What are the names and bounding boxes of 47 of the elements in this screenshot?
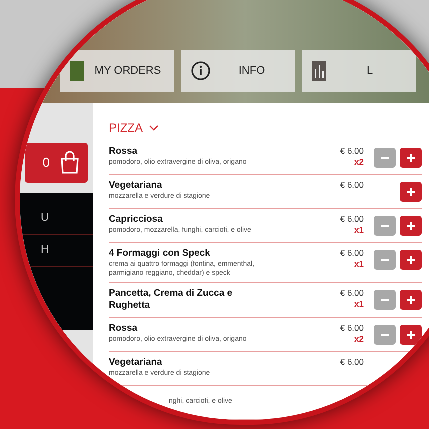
item-price: € 6.00: [340, 357, 364, 368]
plus-icon: [407, 222, 415, 230]
equalizer-icon: [312, 61, 326, 81]
minus-icon: [381, 225, 389, 227]
sidebar-item[interactable]: U: [20, 203, 93, 235]
item-price: € 6.00: [340, 248, 364, 259]
increase-button[interactable]: [400, 182, 422, 202]
shopping-bag-icon: [60, 151, 80, 175]
sidebar-item[interactable]: H: [20, 235, 93, 267]
minus-icon: [381, 299, 389, 302]
item-quantity: x1: [354, 299, 364, 310]
plus-icon: [407, 154, 415, 162]
increase-button[interactable]: [400, 216, 422, 236]
item-name: 4 Formaggi con Speck: [109, 248, 212, 260]
item-quantity: x2: [354, 334, 364, 345]
item-price: € 6.00: [340, 180, 364, 191]
minus-icon: [381, 259, 389, 261]
item-name: Rossa: [109, 146, 139, 158]
item-price: € 6.00: [340, 323, 364, 334]
plus-icon: [407, 188, 415, 196]
chevron-icon: [149, 125, 160, 131]
item-name: Vegetariana: [109, 357, 164, 369]
nav-tab[interactable]: L: [302, 50, 416, 92]
item-price: € 6.00: [340, 214, 364, 225]
plus-icon: [407, 256, 415, 264]
item-price: € 6.00: [340, 288, 364, 300]
nav-tab[interactable]: MY ORDERS: [60, 50, 174, 92]
increase-button[interactable]: [400, 325, 422, 345]
increase-button[interactable]: [400, 250, 422, 270]
cart-button[interactable]: 0: [25, 143, 88, 183]
plus-icon: [407, 331, 415, 339]
item-name: Vegetariana: [109, 180, 164, 192]
plus-icon: [407, 296, 415, 304]
increase-button[interactable]: [400, 290, 422, 310]
item-name: Pancetta, Crema di Zucca e Rughetta: [109, 288, 234, 312]
item-quantity: x2: [354, 157, 364, 168]
item-name: Rossa: [109, 323, 139, 335]
minus-icon: [381, 334, 389, 336]
item-name: Capricciosa: [109, 214, 164, 226]
item-quantity: x1: [354, 259, 364, 270]
category-header[interactable]: PIZZA: [109, 119, 422, 137]
increase-button[interactable]: [400, 148, 422, 168]
item-price: € 6.00: [340, 146, 364, 157]
info-icon: [191, 61, 211, 81]
item-quantity: x1: [354, 225, 364, 236]
minus-icon: [381, 157, 389, 159]
nav-tab[interactable]: INFO: [181, 50, 295, 92]
